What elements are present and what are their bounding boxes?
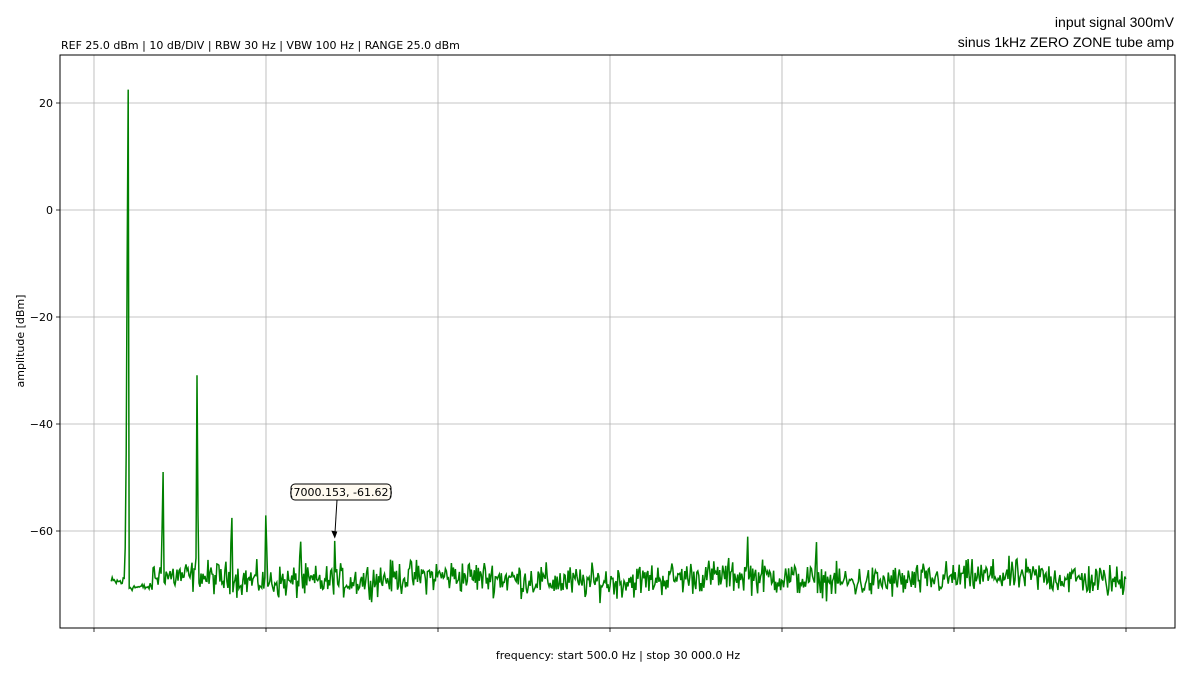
y-tick-label: 0 [46, 204, 53, 217]
y-tick-label: −60 [30, 525, 53, 538]
y-tick-label: −40 [30, 418, 53, 431]
y-tick-label: 20 [39, 97, 53, 110]
grid [60, 55, 1175, 628]
axis-ticks: 20 0 −20 −40 −60 [30, 97, 1127, 632]
y-axis-label: amplitude [dBm] [14, 295, 27, 388]
spectrum-chart: 20 0 −20 −40 −60 (7000.153, -61.62) amplitud… [14, 54, 1176, 662]
x-axis-label: frequency: start 500.0 Hz | stop 30 000.… [496, 649, 740, 662]
annotation-arrowhead [331, 530, 338, 539]
annotation-text: (7000.153, -61.62) [289, 486, 393, 499]
y-tick-label: −20 [30, 311, 53, 324]
spectrum-line [110, 89, 1127, 604]
plot-frame [59, 54, 1176, 629]
peak-annotation: (7000.153, -61.62) [289, 483, 393, 539]
annotation-arrow [334, 499, 338, 536]
